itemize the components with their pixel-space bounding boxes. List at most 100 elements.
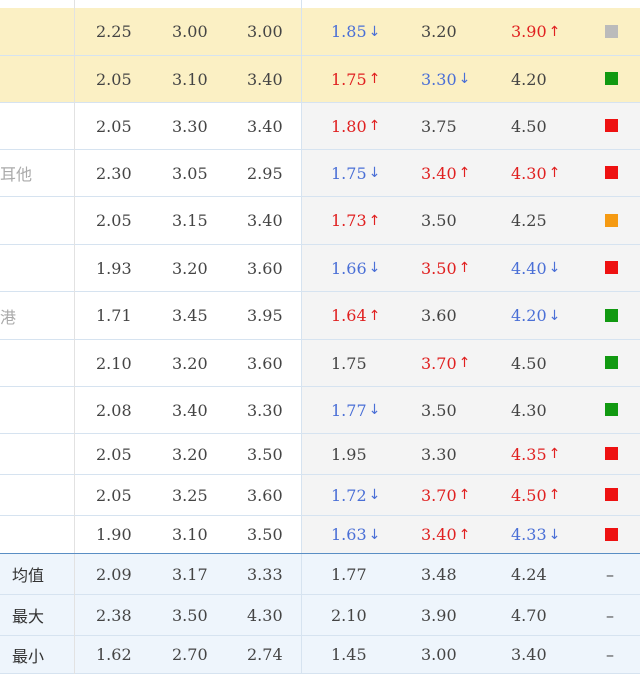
status-square-icon [605, 488, 618, 501]
status-square-icon [605, 119, 618, 132]
initial-odds-cell: 2.05 [96, 211, 132, 230]
current-odds-cell: 1.66 ↓ [331, 245, 380, 291]
initial-odds-cell: 3.95 [247, 306, 283, 325]
arrow-down-icon: ↓ [548, 526, 561, 543]
current-odds-cell: 1.95 [331, 434, 367, 474]
status-square-icon [605, 166, 618, 179]
arrow-down-icon: ↓ [368, 260, 381, 276]
current-odds-cell: 1.77 ↓ [331, 387, 380, 433]
table-row[interactable]: 耳他 2.30 3.05 2.95 1.75 ↓ 3.40 ↑ 4.30 ↑ [0, 150, 640, 197]
current-odds-cell: 3.60 [421, 292, 457, 339]
current-odds-cell: 4.30 [511, 387, 547, 433]
summary-separator [0, 553, 640, 554]
odds-value: 3.90 [511, 22, 547, 41]
table-row[interactable]: 2.05 3.15 3.40 1.73 ↑ 3.50 4.25 [0, 197, 640, 245]
summary-row: 最小 1.62 2.70 2.74 1.45 3.00 3.40 – [0, 636, 640, 674]
summary-current-cell: 4.24 [511, 564, 547, 584]
summary-current-cell: 4.70 [511, 605, 547, 625]
summary-row: 均值 2.09 3.17 3.33 1.77 3.48 4.24 – [0, 554, 640, 595]
team-name [0, 516, 70, 553]
initial-odds-cell: 3.00 [247, 22, 283, 41]
current-odds-cell: 1.64 ↑ [331, 292, 380, 339]
initial-odds-cell: 3.45 [172, 306, 208, 325]
current-odds-cell: 3.50 [421, 387, 457, 433]
odds-value: 4.50 [511, 116, 547, 136]
initial-odds-cell: 3.20 [172, 353, 208, 373]
table-row[interactable]: 1.90 3.10 3.50 1.63 ↓ 3.40 ↑ 4.33 ↓ [0, 516, 640, 554]
team-name [0, 56, 70, 102]
initial-odds-cell: 3.30 [247, 400, 283, 420]
odds-value: 3.40 [421, 163, 457, 183]
initial-odds-cell: 3.30 [172, 116, 208, 136]
initial-odds-cell: 3.00 [172, 22, 208, 41]
status-square-icon [605, 24, 618, 38]
initial-odds-cell: 3.60 [247, 353, 283, 373]
arrow-up-icon: ↑ [458, 260, 471, 276]
odds-value: 4.33 [511, 525, 547, 544]
table-row[interactable]: 1.93 3.20 3.60 1.66 ↓ 3.50 ↑ 4.40 ↓ [0, 245, 640, 292]
initial-odds-cell: 3.10 [172, 69, 208, 89]
summary-current-cell: 3.40 [511, 645, 547, 664]
arrow-up-icon: ↑ [458, 165, 471, 181]
summary-current-cell: 3.48 [421, 564, 457, 584]
table-row[interactable]: 2.05 3.10 3.40 1.75 ↑ 3.30 ↓ 4.20 [0, 56, 640, 103]
team-name: 港 [0, 307, 17, 327]
status-square-icon [605, 356, 618, 369]
odds-value: 1.64 [331, 306, 367, 325]
initial-odds-cell: 3.20 [172, 258, 208, 278]
initial-odds-cell: 2.05 [96, 485, 132, 505]
team-name [0, 475, 70, 515]
initial-odds-cell: 3.50 [247, 444, 283, 464]
initial-odds-cell: 1.71 [96, 306, 132, 325]
table-row[interactable]: 2.10 3.20 3.60 1.75 3.70 ↑ 4.50 [0, 340, 640, 387]
column-divider-middle [301, 0, 302, 674]
odds-value: 4.20 [511, 69, 547, 89]
status-square-icon [605, 308, 618, 322]
odds-value: 4.50 [511, 353, 547, 373]
current-odds-cell: 3.70 ↑ [421, 475, 470, 515]
initial-odds-cell: 2.05 [96, 444, 132, 464]
team-name: 耳他 [0, 165, 33, 184]
current-odds-cell: 1.73 ↑ [331, 197, 380, 244]
current-odds-cell: 3.90 ↑ [511, 8, 560, 55]
odds-value: 1.77 [331, 400, 367, 420]
current-odds-cell: 1.75 ↑ [331, 56, 380, 102]
current-odds-cell: 4.50 [511, 103, 547, 149]
odds-value: 1.85 [331, 22, 367, 41]
initial-odds-cell: 3.50 [247, 525, 283, 544]
arrow-down-icon: ↓ [368, 402, 381, 418]
table-row[interactable]: 2.05 3.20 3.50 1.95 3.30 4.35 ↑ [0, 434, 640, 475]
arrow-up-icon: ↑ [368, 307, 381, 324]
table-row[interactable]: 2.05 3.25 3.60 1.72 ↓ 3.70 ↑ 4.50 ↑ [0, 475, 640, 516]
status-square-icon [605, 527, 618, 541]
current-odds-cell: 3.30 ↓ [421, 56, 470, 102]
odds-value: 1.63 [331, 525, 367, 544]
odds-value: 1.75 [331, 163, 367, 183]
status-square-icon [605, 447, 618, 460]
arrow-down-icon: ↓ [548, 307, 561, 324]
table-row[interactable]: 2.08 3.40 3.30 1.77 ↓ 3.50 4.30 [0, 387, 640, 434]
odds-value: 3.30 [421, 69, 457, 89]
odds-value: 4.20 [511, 306, 547, 325]
summary-current-cell: 3.00 [421, 645, 457, 664]
initial-odds-cell: 3.20 [172, 444, 208, 464]
current-odds-cell: 4.50 ↑ [511, 475, 560, 515]
odds-value: 3.70 [421, 353, 457, 373]
odds-value: 4.25 [511, 211, 547, 230]
current-odds-cell: 4.20 [511, 56, 547, 102]
table-row[interactable]: 2.25 3.00 3.00 1.85 ↓ 3.20 3.90 ↑ [0, 8, 640, 56]
current-odds-cell: 4.20 ↓ [511, 292, 560, 339]
team-name [0, 387, 70, 433]
table-row[interactable]: 港 1.71 3.45 3.95 1.64 ↑ 3.60 4.20 ↓ [0, 292, 640, 340]
summary-initial-cell: 3.17 [172, 564, 208, 584]
initial-odds-cell: 2.25 [96, 22, 132, 41]
summary-current-cell: 3.90 [421, 605, 457, 625]
summary-initial-cell: 1.62 [96, 645, 132, 664]
table-row[interactable]: 2.05 3.30 3.40 1.80 ↑ 3.75 4.50 [0, 103, 640, 150]
initial-odds-cell: 3.10 [172, 525, 208, 544]
initial-odds-cell: 1.90 [96, 525, 132, 544]
status-square-icon [605, 213, 618, 227]
current-odds-cell: 4.35 ↑ [511, 434, 560, 474]
odds-value: 3.60 [421, 306, 457, 325]
team-name [0, 245, 70, 291]
